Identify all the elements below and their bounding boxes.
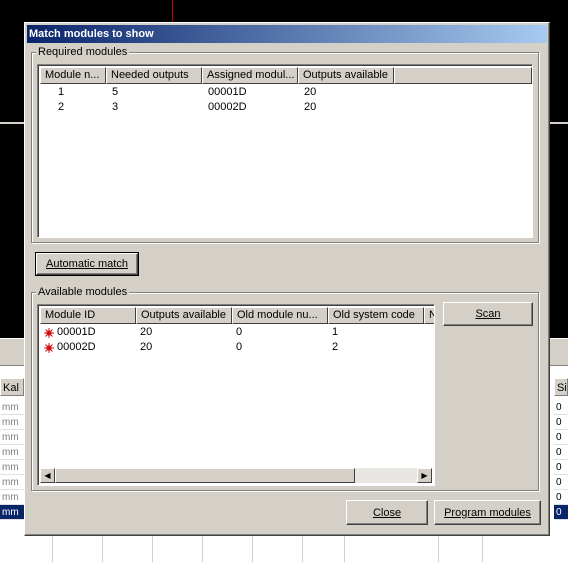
background-column-header: Kal (0, 378, 24, 396)
cell-needed-outputs: 5 (112, 86, 119, 98)
cell-module-number: 1 (58, 86, 65, 98)
background-cell: mm (0, 430, 24, 445)
column-assigned-module[interactable]: Assigned modul... (202, 67, 298, 84)
module-status-icon (44, 343, 54, 353)
cell-needed-outputs: 3 (112, 101, 119, 113)
scan-label: Scan (475, 308, 501, 320)
close-button[interactable]: Close (346, 500, 428, 525)
column-needed-outputs[interactable]: Needed outputs (106, 67, 202, 84)
column-filler (394, 67, 532, 84)
cell-assigned-module: 00002D (208, 101, 247, 113)
background-cell: mm (0, 490, 24, 505)
dialog-title[interactable]: Match modules to show (27, 25, 547, 43)
column-old-system-code[interactable]: Old system code (328, 307, 424, 324)
background-divider-right (550, 122, 568, 124)
column-module-id[interactable]: Module ID (40, 307, 136, 324)
cell-module-id: 00002D (57, 341, 96, 353)
cell-outputs-available: 20 (304, 86, 317, 98)
background-cell: mm (0, 445, 24, 460)
program-modules-label: Program modules (444, 506, 531, 519)
column-truncated[interactable]: N (424, 307, 434, 324)
background-cell: 0 (554, 445, 568, 460)
automatic-match-button[interactable]: Automatic match (35, 252, 139, 276)
available-modules-label: Available modules (36, 286, 130, 298)
required-modules-list[interactable]: Module n... Needed outputs Assigned modu… (37, 64, 533, 238)
horizontal-scrollbar[interactable]: ◀ ▶ (40, 468, 432, 483)
background-cell: mm (0, 460, 24, 475)
required-modules-group: Required modules Module n... Needed outp… (31, 46, 539, 243)
automatic-match-label: Automatic match (46, 258, 128, 270)
cell-outputs-available: 20 (304, 101, 317, 113)
cell-outputs-available: 20 (140, 326, 153, 338)
program-modules-button[interactable]: Program modules (434, 500, 541, 525)
background-cell: 0 (554, 490, 568, 505)
cell-old-module-number: 0 (236, 326, 243, 338)
background-cell: mm (0, 400, 24, 415)
scrollbar-thumb[interactable] (55, 468, 355, 483)
module-status-icon (44, 328, 54, 338)
background-cell-selected: 0 (554, 505, 568, 520)
background-cell: 0 (554, 415, 568, 430)
background-column-header: Si (554, 378, 568, 396)
scan-button[interactable]: Scan (443, 302, 533, 326)
available-modules-group: Available modules Module ID Outputs avai… (31, 286, 539, 491)
background-cell: 0 (554, 475, 568, 490)
background-divider-left (0, 122, 24, 124)
column-outputs-available[interactable]: Outputs available (136, 307, 232, 324)
cell-old-system-code: 1 (332, 326, 339, 338)
scroll-right-icon[interactable]: ▶ (417, 468, 432, 483)
background-cell-selected: mm (0, 505, 24, 520)
cell-module-id: 00001D (57, 326, 96, 338)
cell-outputs-available: 20 (140, 341, 153, 353)
cell-assigned-module: 00001D (208, 86, 247, 98)
required-modules-label: Required modules (36, 46, 130, 58)
column-outputs-available[interactable]: Outputs available (298, 67, 394, 84)
cell-old-system-code: 2 (332, 341, 339, 353)
background-cell: 0 (554, 400, 568, 415)
column-old-module-number[interactable]: Old module nu... (232, 307, 328, 324)
available-modules-list[interactable]: Module ID Outputs available Old module n… (37, 304, 435, 486)
cell-module-number: 2 (58, 101, 65, 113)
background-cell: 0 (554, 430, 568, 445)
match-modules-dialog: Match modules to show Required modules M… (24, 22, 550, 536)
background-marker-line (172, 0, 173, 22)
background-cell: 0 (554, 460, 568, 475)
column-module-number[interactable]: Module n... (40, 67, 106, 84)
close-label: Close (372, 506, 402, 519)
background-cell: mm (0, 475, 24, 490)
cell-old-module-number: 0 (236, 341, 243, 353)
background-cell: mm (0, 415, 24, 430)
scroll-left-icon[interactable]: ◀ (40, 468, 55, 483)
